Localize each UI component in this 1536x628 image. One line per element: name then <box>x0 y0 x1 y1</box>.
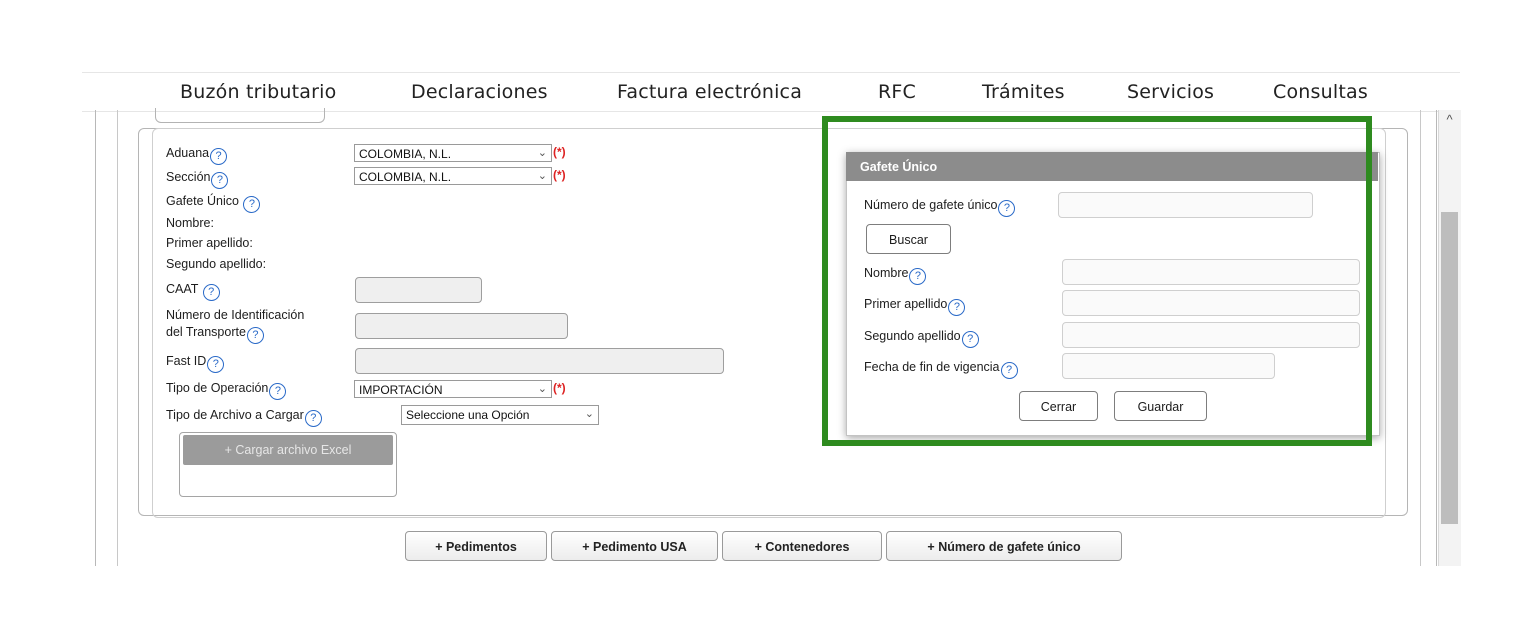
chevron-up-icon[interactable]: ^ <box>1441 112 1458 128</box>
seccion-select[interactable]: COLOMBIA, N.L. ⌄ <box>354 167 552 185</box>
aduana-select[interactable]: COLOMBIA, N.L. ⌄ <box>354 144 552 162</box>
fast-id-field <box>355 348 724 374</box>
add-pedimentos-button[interactable]: + Pedimentos <box>405 531 547 561</box>
question-circle-icon[interactable]: ? <box>304 410 322 427</box>
question-circle-icon[interactable]: ? <box>210 148 228 165</box>
chevron-down-icon: ⌄ <box>537 147 547 159</box>
question-circle-icon[interactable]: ? <box>202 284 220 301</box>
chevron-down-icon: ⌄ <box>537 383 547 395</box>
num-ident-label-line1: Número de Identificación <box>166 308 305 322</box>
question-circle-icon[interactable]: ? <box>243 196 261 213</box>
chevron-down-icon: ⌄ <box>537 170 547 182</box>
plus-icon: + <box>224 443 236 457</box>
seccion-label: Sección? <box>166 170 229 189</box>
num-ident-label-line2: del Transporte? <box>166 325 264 344</box>
segundo-apellido-label: Segundo apellido: <box>166 257 267 271</box>
nav-item-tramites[interactable]: Trámites <box>982 81 1065 103</box>
required-mark: (*) <box>553 381 566 395</box>
question-circle-icon[interactable]: ? <box>246 327 264 344</box>
upload-excel-button[interactable]: + Cargar archivo Excel <box>183 435 393 465</box>
question-circle-icon[interactable]: ? <box>207 356 225 373</box>
scrollbar-thumb[interactable] <box>1441 212 1458 524</box>
nav-item-consultas[interactable]: Consultas <box>1273 81 1368 103</box>
highlight-frame <box>822 116 1372 446</box>
tipo-archivo-label: Tipo de Archivo a Cargar? <box>166 408 322 427</box>
nav-item-buzon-tributario[interactable]: Buzón tributario <box>180 81 336 103</box>
nombre-label: Nombre: <box>166 216 214 230</box>
question-circle-icon[interactable]: ? <box>269 383 287 400</box>
question-circle-icon[interactable]: ? <box>211 172 229 189</box>
tipo-operacion-label: Tipo de Operación? <box>166 381 287 400</box>
chevron-down-icon: ⌄ <box>584 408 594 420</box>
add-pedimento-usa-button[interactable]: + Pedimento USA <box>551 531 718 561</box>
caat-label: CAAT ? <box>166 282 220 301</box>
aduana-label: Aduana? <box>166 146 228 165</box>
num-ident-field <box>355 313 568 339</box>
add-gafete-unico-button[interactable]: + Número de gafete único <box>886 531 1122 561</box>
tipo-archivo-select[interactable]: Seleccione una Opción ⌄ <box>401 405 599 425</box>
primer-apellido-label: Primer apellido: <box>166 236 253 250</box>
required-mark: (*) <box>553 168 566 182</box>
fast-id-label: Fast ID? <box>166 354 225 373</box>
previous-section-edge <box>155 108 325 123</box>
add-contenedores-button[interactable]: + Contenedores <box>722 531 882 561</box>
tipo-operacion-select[interactable]: IMPORTACIÓN ⌄ <box>354 380 552 398</box>
nav-item-factura-electronica[interactable]: Factura electrónica <box>617 81 802 103</box>
caat-field <box>355 277 482 303</box>
gafete-label: Gafete Único ? <box>166 194 261 213</box>
nav-item-declaraciones[interactable]: Declaraciones <box>411 81 548 103</box>
nav-item-rfc[interactable]: RFC <box>878 81 916 103</box>
required-mark: (*) <box>553 145 566 159</box>
nav-item-servicios[interactable]: Servicios <box>1127 81 1214 103</box>
top-navigation: Buzón tributario Declaraciones Factura e… <box>82 72 1460 112</box>
